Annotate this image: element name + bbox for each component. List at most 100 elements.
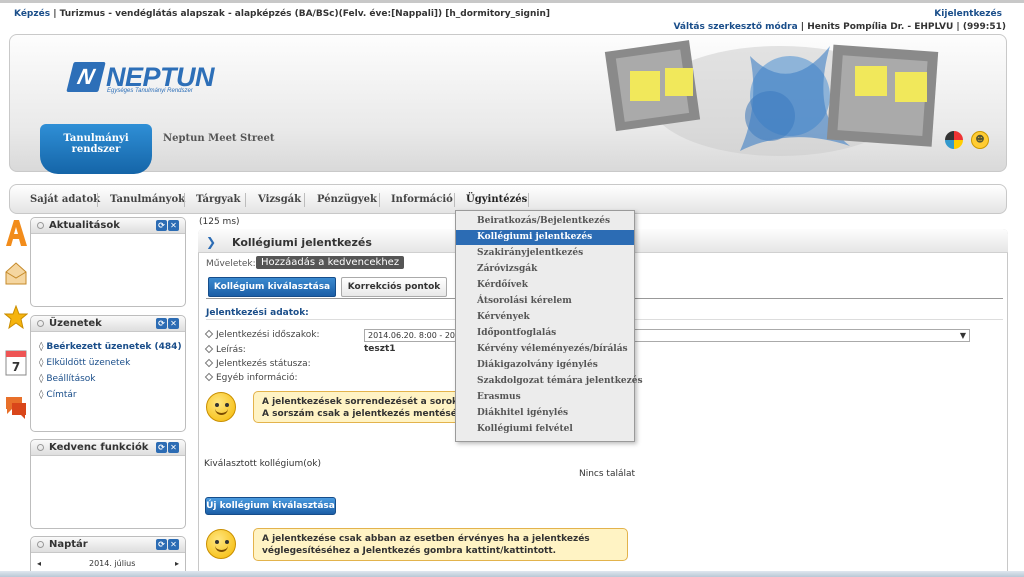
close-icon[interactable]: ✕	[168, 539, 179, 550]
search-icon	[37, 444, 44, 451]
menu-separator	[97, 193, 98, 207]
messages-box: Üzenetek ⟳ ✕ ◊ Beérkezett üzenetek (484) ◊…	[30, 315, 186, 432]
logo-subtitle: Egységes Tanulmányi Rendszer	[107, 88, 193, 94]
settings-link[interactable]: ◊ Beállítások	[31, 371, 185, 387]
favorites-title: Kedvenc funkciók	[49, 442, 149, 453]
tab-correction-points[interactable]: Korrekciós pontok	[341, 277, 447, 297]
dropdown-item-beiratkozas[interactable]: Beiratkozás/Bejelentkezés	[456, 214, 634, 229]
chevron-right-icon[interactable]: ❯	[206, 235, 216, 249]
favorites-box: Kedvenc funkciók ⟳ ✕	[30, 439, 186, 529]
menu-vizsgak[interactable]: Vizsgák	[258, 194, 301, 205]
favorites-header: Kedvenc funkciók ⟳ ✕	[31, 440, 185, 456]
os-taskbar	[0, 571, 1024, 577]
add-to-favorites-button[interactable]: Hozzáadás a kedvencekhez	[256, 256, 405, 269]
logout-link[interactable]: Kijelentkezés	[934, 9, 1002, 19]
dropdown-item-kollegiumi-felvetel[interactable]: Kollégiumi felvétel	[456, 422, 634, 437]
refresh-icon[interactable]: ⟳	[156, 442, 167, 453]
dropdown-item-diakhitel[interactable]: Diákhitel igénylés	[456, 406, 634, 421]
news-title: Aktualitások	[49, 220, 120, 231]
operations-label: Műveletek:	[206, 259, 256, 269]
dropdown-item-erasmus[interactable]: Erasmus	[456, 390, 634, 405]
news-header: Aktualitások ⟳ ✕	[31, 218, 185, 234]
menu-ugyintezes[interactable]: Ügyintézés	[466, 194, 527, 205]
color-theme-icon[interactable]	[945, 131, 963, 149]
menu-separator	[304, 193, 305, 207]
menu-tanulmanyok[interactable]: Tanulmányok	[110, 194, 185, 205]
editor-mode-link[interactable]: Váltás szerkesztő módra	[673, 22, 797, 32]
smiley-face-icon	[206, 529, 236, 559]
menu-separator	[528, 193, 529, 207]
menu-targyak[interactable]: Tárgyak	[196, 194, 240, 205]
messages-header: Üzenetek ⟳ ✕	[31, 316, 185, 332]
info-bubble-finalize: A jelentkezése csak abban az esetben érv…	[253, 528, 628, 561]
menu-separator	[245, 193, 246, 207]
other-info-label: Egyéb információ:	[204, 372, 298, 383]
dropdown-item-kervenyek[interactable]: Kérvények	[456, 310, 634, 325]
dropdown-item-kerdoivek[interactable]: Kérdőívek	[456, 278, 634, 293]
menu-separator	[454, 193, 455, 207]
menu-informacio[interactable]: Információ	[391, 194, 453, 205]
dropdown-item-diakigazolvany[interactable]: Diákigazolvány igénylés	[456, 358, 634, 373]
calendar-month: 2014. július	[89, 559, 136, 568]
search-icon	[37, 320, 44, 327]
status-label: Jelentkezés státusza:	[204, 358, 311, 369]
dropdown-item-szakirany[interactable]: Szakirányjelentkezés	[456, 246, 634, 261]
new-dorm-selection-button[interactable]: Új kollégium kiválasztása	[205, 497, 336, 515]
breadcrumb-kepzes-link[interactable]: Képzés	[14, 9, 50, 19]
calendar-icon[interactable]: 7	[4, 347, 28, 377]
dropdown-item-kollegiumi-jelentkezes[interactable]: Kollégiumi jelentkezés	[456, 230, 634, 245]
section-title: Jelentkezési adatok:	[206, 308, 309, 318]
search-icon	[37, 222, 44, 229]
breadcrumb-text: Turizmus - vendéglátás alapszak - alapké…	[59, 9, 551, 19]
letter-a-icon[interactable]	[4, 218, 28, 248]
star-icon[interactable]	[4, 305, 28, 331]
close-icon[interactable]: ✕	[168, 318, 179, 329]
dropdown-item-szakdolgozat[interactable]: Szakdolgozat témára jelentkezés	[456, 374, 643, 389]
diamond-bullet-icon	[204, 358, 214, 368]
calendar-header: Naptár ⟳ ✕	[31, 537, 185, 553]
sent-messages-link[interactable]: ◊ Elküldött üzenetek	[31, 355, 185, 371]
meet-street-link[interactable]: Neptun Meet Street	[163, 133, 274, 144]
chat-icon[interactable]	[4, 393, 28, 421]
close-icon[interactable]: ✕	[168, 442, 179, 453]
tab-dorm-selection[interactable]: Kollégium kiválasztása	[208, 277, 336, 297]
dropdown-item-atsorolasi[interactable]: Átsorolási kérelem	[456, 294, 634, 309]
mail-icon[interactable]	[4, 258, 28, 286]
selected-dorms-label: Kiválasztott kollégium(ok)	[204, 459, 321, 469]
close-icon[interactable]: ✕	[168, 220, 179, 231]
dropdown-item-zarovizsgak[interactable]: Záróvizsgák	[456, 262, 634, 277]
svg-text:7: 7	[12, 360, 20, 374]
info-bubble-ordering: A jelentkezések sorrendezését a sorok aA…	[253, 391, 463, 423]
menu-separator	[379, 193, 380, 207]
user-name: Henits Pompília Dr. - EHPLVU	[807, 22, 954, 32]
session-timer: (999:51)	[962, 22, 1006, 32]
menu-sajat-adatok[interactable]: Saját adatok	[30, 194, 100, 205]
menu-separator	[184, 193, 185, 207]
dropdown-item-kerveny-velemenyezes[interactable]: Kérvény véleményezés/bírálás	[456, 342, 634, 357]
search-icon	[37, 541, 44, 548]
no-results-text: Nincs találat	[579, 469, 636, 479]
description-label: Leírás:	[204, 344, 246, 355]
dropdown-item-idopontfoglalas[interactable]: Időpontfoglalás	[456, 326, 634, 341]
next-month-icon[interactable]: ▸	[175, 559, 179, 568]
diamond-bullet-icon	[204, 329, 214, 339]
directory-link[interactable]: ◊ Címtár	[31, 387, 185, 403]
description-value: teszt1	[364, 344, 396, 354]
system-badge[interactable]: Tanulmányi rendszer	[40, 124, 152, 174]
chevron-down-icon: ▼	[959, 331, 966, 340]
refresh-icon[interactable]: ⟳	[156, 220, 167, 231]
prev-month-icon[interactable]: ◂	[37, 559, 41, 568]
inbox-link[interactable]: ◊ Beérkezett üzenetek (484)	[31, 339, 185, 355]
banner-decoration-image	[604, 40, 939, 156]
smiley-face-icon	[206, 392, 236, 422]
refresh-icon[interactable]: ⟳	[156, 539, 167, 550]
top-border	[0, 0, 1024, 3]
menu-penzugyek[interactable]: Pénzügyek	[317, 194, 377, 205]
refresh-icon[interactable]: ⟳	[156, 318, 167, 329]
diamond-bullet-icon	[204, 344, 214, 354]
calendar-title: Naptár	[49, 539, 88, 550]
messages-title: Üzenetek	[49, 318, 102, 329]
diamond-bullet-icon	[204, 372, 214, 382]
smiley-icon[interactable]: ☻	[971, 131, 989, 149]
timing-label: (125 ms)	[199, 217, 240, 227]
